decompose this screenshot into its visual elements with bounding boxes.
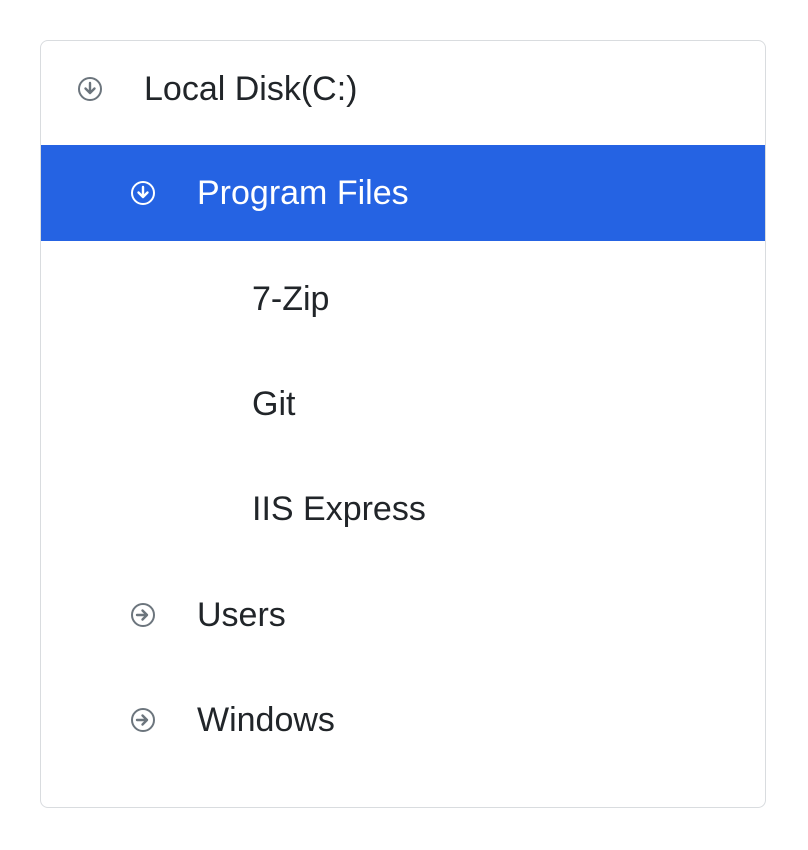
tree-item-label: 7-Zip <box>252 280 330 318</box>
tree-item-7-zip[interactable]: 7-Zip <box>41 251 765 347</box>
tree-item-iis-express[interactable]: IIS Express <box>41 461 765 557</box>
tree-item-users[interactable]: Users <box>41 567 765 663</box>
tree-item-label: IIS Express <box>252 490 426 528</box>
tree-item-label: Local Disk(C:) <box>144 70 358 108</box>
tree-item-windows[interactable]: Windows <box>41 672 765 768</box>
tree-item-git[interactable]: Git <box>41 356 765 452</box>
tree-item-label: Git <box>252 385 296 423</box>
circle-arrow-down-icon[interactable] <box>128 178 158 208</box>
circle-arrow-right-icon[interactable] <box>128 600 158 630</box>
tree-item-label: Windows <box>197 701 335 739</box>
tree-item-label: Users <box>197 596 286 634</box>
tree-item-local-disk[interactable]: Local Disk(C:) <box>41 41 765 137</box>
tree-item-label: Program Files <box>197 174 409 212</box>
circle-arrow-down-icon[interactable] <box>75 74 105 104</box>
folder-tree-panel: Local Disk(C:) Program Files 7-Zip Git I… <box>40 40 766 808</box>
circle-arrow-right-icon[interactable] <box>128 705 158 735</box>
tree-item-program-files[interactable]: Program Files <box>41 145 765 241</box>
